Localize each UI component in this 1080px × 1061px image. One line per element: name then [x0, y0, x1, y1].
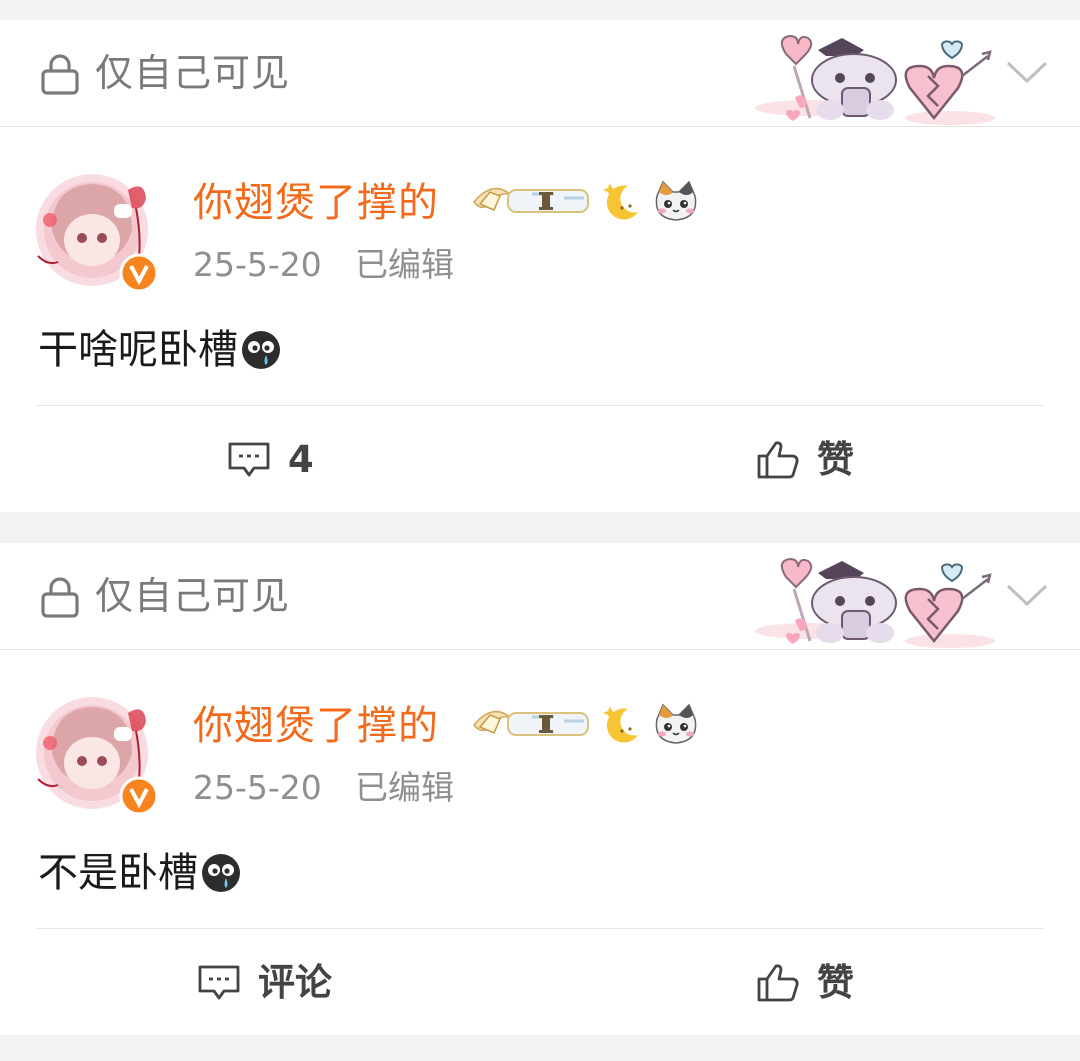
cat-face-icon: [655, 703, 697, 744]
like-button[interactable]: 赞: [755, 955, 854, 1011]
crying-emoji-icon: [202, 854, 240, 892]
comment-icon: [228, 442, 270, 477]
lock-icon: [41, 577, 79, 618]
fan-badge-icon: [473, 187, 589, 213]
edited-label: 已编辑: [355, 768, 454, 807]
privacy-bar: 仅自己可见: [0, 20, 1080, 127]
comment-icon: [198, 965, 240, 1000]
comment-button[interactable]: 评论: [196, 955, 332, 1011]
visibility-label: 仅自己可见: [95, 51, 291, 95]
divider: [36, 405, 1044, 406]
decorative-sticker-icon: [755, 34, 995, 125]
comment-button[interactable]: 4: [226, 432, 314, 488]
post-date: 25-5-20: [193, 245, 322, 284]
visibility-label: 仅自己可见: [95, 574, 291, 618]
post-text-content: 不是卧槽: [38, 850, 198, 896]
author-name[interactable]: 你翅煲了撑的: [193, 700, 439, 752]
feed: 仅自己可见 你翅煲了撑的 25-5-20 已编辑 干啥呢卧槽 4 赞 仅自己可见…: [0, 0, 1080, 1061]
author-name[interactable]: 你翅煲了撑的: [193, 177, 439, 229]
comment-count: 4: [288, 438, 314, 481]
like-label: 赞: [817, 438, 854, 481]
post-text: 干啥呢卧槽: [38, 323, 282, 377]
verified-badge-icon: [119, 776, 159, 816]
cat-face-icon: [655, 180, 697, 221]
thumbs-up-icon: [757, 964, 799, 1002]
comment-label: 评论: [258, 961, 332, 1004]
like-label: 赞: [817, 961, 854, 1004]
chevron-down-icon[interactable]: [1004, 581, 1050, 609]
post-card[interactable]: 仅自己可见: [0, 20, 1080, 512]
thumbs-up-icon: [757, 441, 799, 479]
edited-label: 已编辑: [355, 245, 454, 284]
crying-emoji-icon: [242, 331, 280, 369]
moon-icon: [603, 706, 638, 743]
chevron-down-icon[interactable]: [1004, 58, 1050, 86]
like-button[interactable]: 赞: [755, 432, 854, 488]
privacy-bar: 仅自己可见: [0, 543, 1080, 650]
post-text-content: 干啥呢卧槽: [38, 327, 238, 373]
lock-icon: [41, 54, 79, 95]
post-date: 25-5-20: [193, 768, 322, 807]
moon-icon: [603, 183, 638, 220]
post-card[interactable]: 仅自己可见: [0, 543, 1080, 1035]
post-text: 不是卧槽: [38, 846, 242, 900]
fan-badge-icon: [473, 710, 589, 736]
divider: [36, 928, 1044, 929]
verified-badge-icon: [119, 253, 159, 293]
decorative-sticker-icon: [755, 557, 995, 648]
